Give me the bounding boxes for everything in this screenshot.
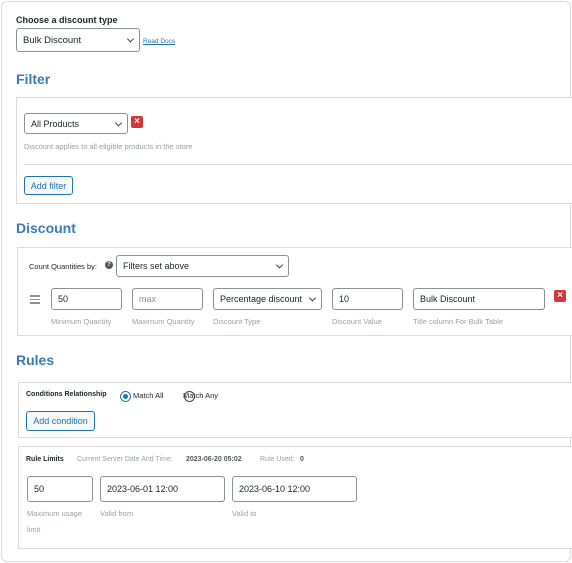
filter-help-text: Discount applies to all eligible product… [24, 142, 193, 151]
discount-type-row-selected: Percentage discount [220, 294, 303, 304]
drag-handle-icon[interactable] [30, 295, 40, 304]
rule-limits-label: Rule Limits [26, 456, 64, 463]
discount-type-selected: Bulk Discount [23, 34, 82, 46]
max-usage-label: Maximum usage [27, 509, 83, 518]
discount-type-select[interactable]: Bulk Discount [16, 28, 140, 52]
count-quantities-selected: Filters set above [123, 261, 190, 271]
conditions-relationship-label: Conditions Relationship [26, 391, 107, 398]
max-quantity-input[interactable]: max [132, 288, 203, 310]
add-filter-button[interactable]: Add filter [24, 176, 73, 195]
discount-type-label: Choose a discount type [16, 15, 118, 25]
rule-used-label: Rule Used: [260, 456, 295, 463]
max-quantity-label: Maximum Quantity [132, 317, 195, 326]
match-all-radio[interactable] [120, 391, 131, 402]
filter-product-selected: All Products [31, 118, 80, 129]
min-quantity-label: Minimum Quantity [51, 317, 112, 326]
chevron-down-icon [126, 35, 135, 43]
discount-value-input[interactable]: 10 [332, 288, 403, 310]
valid-from-input[interactable]: 2023-06-01 12:00 [100, 476, 225, 502]
valid-to-label: Valid to [232, 509, 257, 518]
discount-section-title: Discount [16, 220, 76, 236]
server-time-value: 2023-06-20 05:02 [186, 456, 242, 463]
count-quantities-select[interactable]: Filters set above [116, 255, 289, 277]
chevron-down-icon [114, 118, 123, 127]
filter-divider [24, 164, 572, 165]
help-icon[interactable]: ? [105, 261, 113, 269]
max-usage-input[interactable]: 50 [27, 476, 93, 502]
chevron-down-icon [275, 261, 284, 269]
count-quantities-label: Count Quantities by: [29, 262, 97, 271]
server-time-label: Current Server Date And Time: [77, 456, 173, 463]
chevron-down-icon [308, 294, 317, 302]
match-any-label: Match Any [183, 391, 219, 400]
discount-type-row-select[interactable]: Percentage discount [213, 288, 322, 310]
match-all-label: Match All [133, 391, 164, 400]
remove-filter-icon[interactable]: × [131, 116, 143, 128]
rule-used-value: 0 [300, 456, 304, 463]
add-condition-button[interactable]: Add condition [26, 411, 95, 431]
filter-section-title: Filter [16, 71, 51, 87]
valid-from-label: Valid from [100, 509, 134, 518]
read-docs-link[interactable]: Read Docs [143, 38, 175, 45]
discount-value-label: Discount Value [332, 317, 382, 326]
max-usage-label-limit: limit [27, 525, 41, 534]
bulk-title-input[interactable]: Bulk Discount [413, 288, 545, 310]
discount-type-row-label: Discount Type [213, 317, 261, 326]
filter-product-select[interactable]: All Products [24, 113, 128, 134]
valid-to-input[interactable]: 2023-06-10 12:00 [232, 476, 357, 502]
min-quantity-input[interactable]: 50 [51, 288, 122, 310]
rules-section-title: Rules [16, 352, 55, 368]
remove-range-icon[interactable]: × [554, 290, 566, 302]
bulk-title-label: Title column For Bulk Table [413, 317, 504, 326]
